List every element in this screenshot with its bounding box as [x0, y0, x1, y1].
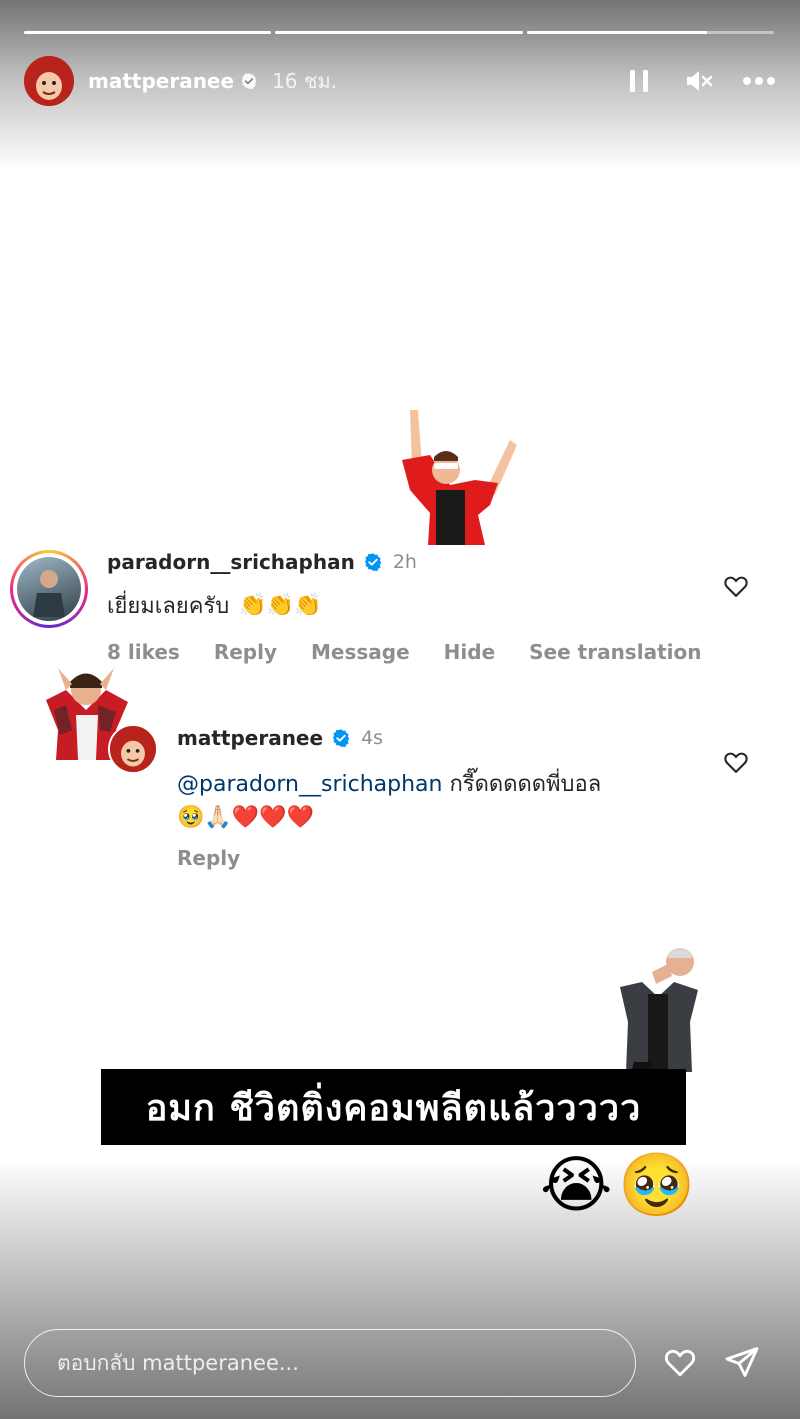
- caption-text: อมก ชีวิตติ่งคอมพลีตแล้ววววว: [145, 1087, 642, 1129]
- reply-link[interactable]: Reply: [214, 640, 277, 664]
- comment-body: เยี่ยมเลยครับ 👏👏👏: [107, 588, 321, 623]
- verified-badge-icon: [332, 729, 350, 747]
- comment: paradorn__srichaphan 2h เยี่ยมเลยครับ 👏👏…: [10, 548, 790, 678]
- reply-text-line: @paradorn__srichaphan กรี๊ดดดดดพี่บอล: [177, 766, 601, 801]
- mute-button[interactable]: [682, 64, 716, 98]
- progress-segment: [24, 31, 272, 34]
- heart-icon: [664, 1349, 696, 1377]
- see-translation-link[interactable]: See translation: [529, 640, 701, 664]
- like-story-button[interactable]: [660, 1342, 700, 1382]
- comment-text: กรี๊ดดดดดพี่บอล: [449, 772, 602, 797]
- pause-icon: [630, 70, 648, 92]
- progress-segment: [526, 31, 774, 34]
- story-header: mattperanee 16 ชม.: [24, 54, 776, 108]
- avatar-cartoon-icon: [110, 726, 156, 772]
- reply-actions: Reply: [177, 846, 240, 870]
- share-button[interactable]: [722, 1342, 762, 1382]
- cheering-man-sticker: [402, 410, 517, 545]
- story-viewer: mattperanee 16 ชม. paradorn__srichaphan …: [0, 0, 800, 1419]
- progress-fill: [24, 31, 272, 34]
- send-icon: [725, 1347, 759, 1377]
- comment-actions: 8 likes Reply Message Hide See translati…: [107, 640, 701, 664]
- hide-link[interactable]: Hide: [444, 640, 495, 664]
- reply-body: @paradorn__srichaphan กรี๊ดดดดดพี่บอล 🥹🙏…: [177, 766, 601, 830]
- avatar: [17, 557, 81, 621]
- story-time: 16 ชม.: [272, 69, 337, 93]
- verified-badge-icon: [241, 73, 257, 90]
- comment-time: 2h: [392, 551, 417, 573]
- comment-username[interactable]: paradorn__srichaphan: [107, 550, 355, 574]
- excited-man-sticker: [620, 948, 698, 1077]
- progress-fill: [526, 31, 708, 34]
- comment-text: เยี่ยมเลยครับ: [107, 594, 230, 619]
- reply-header: mattperanee 4s: [177, 726, 383, 750]
- reply-input[interactable]: ตอบกลับ mattperanee...: [24, 1329, 636, 1397]
- pause-button[interactable]: [622, 64, 656, 98]
- avatar-cartoon-icon: [24, 56, 74, 106]
- like-heart-icon[interactable]: [722, 748, 750, 776]
- avatar-photo-icon: [33, 570, 65, 617]
- crying-face-emoji: 😭: [540, 1148, 613, 1221]
- message-link[interactable]: Message: [311, 640, 410, 664]
- comment-header: paradorn__srichaphan 2h: [107, 550, 417, 574]
- avatar-frame: [13, 553, 85, 625]
- reply-emoji: 🥹🙏🏻❤️❤️❤️: [177, 805, 314, 830]
- avatar[interactable]: [24, 56, 74, 106]
- comment-time: 4s: [361, 727, 384, 749]
- reply-link[interactable]: Reply: [177, 846, 240, 870]
- reply-placeholder: ตอบกลับ mattperanee...: [57, 1350, 299, 1375]
- progress-fill: [275, 31, 523, 34]
- story-username[interactable]: mattperanee: [88, 69, 234, 93]
- caption-box: อมก ชีวิตติ่งคอมพลีตแล้ววววว: [101, 1069, 686, 1145]
- comment-username[interactable]: mattperanee: [177, 726, 323, 750]
- clapping-hands-emoji: 👏👏👏: [239, 593, 322, 618]
- more-icon: [743, 77, 775, 85]
- story-ring-avatar[interactable]: [10, 550, 88, 628]
- pleading-face-emoji: 🥹: [618, 1148, 696, 1221]
- progress-segment: [275, 31, 523, 34]
- like-heart-icon[interactable]: [722, 572, 750, 600]
- likes-count[interactable]: 8 likes: [107, 640, 180, 664]
- mute-icon: [687, 71, 713, 91]
- verified-badge-icon: [364, 553, 382, 571]
- story-actions: [622, 64, 776, 98]
- avatar[interactable]: [108, 724, 158, 774]
- more-button[interactable]: [742, 64, 776, 98]
- mention-link[interactable]: @paradorn__srichaphan: [177, 772, 442, 797]
- story-progress: [24, 31, 774, 34]
